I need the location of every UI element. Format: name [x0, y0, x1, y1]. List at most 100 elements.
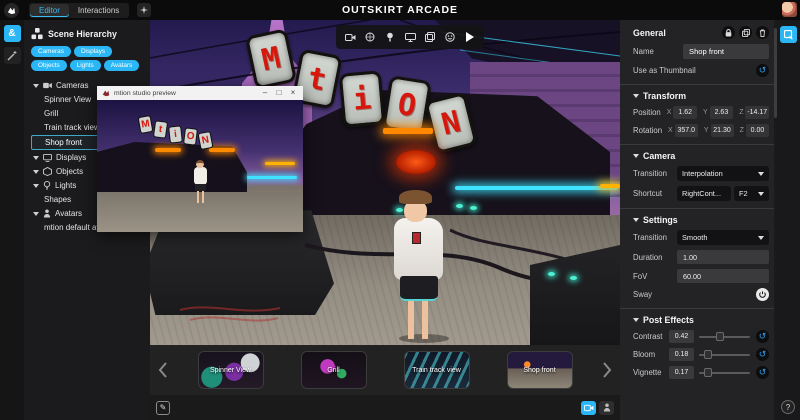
hierarchy-rail-button[interactable]: & [4, 25, 21, 42]
bloom-slider[interactable] [699, 354, 750, 356]
settings-transition-dropdown[interactable]: Smooth [677, 230, 769, 245]
collapse-caret-icon[interactable] [633, 318, 639, 322]
user-avatar[interactable] [782, 2, 797, 17]
tab-editor[interactable]: Editor [30, 4, 69, 17]
chip-lights[interactable]: Lights [70, 60, 101, 71]
sway-toggle[interactable] [756, 288, 769, 301]
caret-icon[interactable] [33, 156, 39, 160]
slider-knob[interactable] [716, 332, 724, 341]
glow-dot [548, 272, 555, 276]
tree-label: Shapes [44, 195, 71, 204]
caret-icon[interactable] [33, 212, 39, 216]
add-camera-button[interactable] [341, 28, 359, 46]
viewport-bottom-bar: ✎ [150, 395, 620, 420]
tab-interactions[interactable]: Interactions [69, 4, 128, 17]
preview-sign-tile: t [153, 120, 168, 139]
inspector-rail-button[interactable] [780, 26, 797, 43]
thumbnail-refresh-button[interactable]: ↺ [756, 64, 769, 77]
axis-z-label: Z [740, 127, 744, 134]
help-button[interactable]: ? [781, 400, 795, 414]
sparkle-button[interactable] [137, 3, 151, 17]
sway-label: Sway [633, 290, 652, 299]
carousel-item-train-track-view[interactable]: Train track view [404, 351, 470, 389]
caret-icon[interactable] [33, 84, 39, 88]
contrast-slider[interactable] [699, 336, 750, 338]
maximize-icon[interactable]: □ [274, 88, 284, 98]
preview-sign-tile: O [183, 127, 198, 145]
vignette-slider[interactable] [699, 372, 750, 374]
carousel-prev-button[interactable] [150, 362, 176, 378]
bloom-reset-button[interactable]: ↺ [756, 348, 769, 361]
rotation-z-field[interactable]: 0.00 [746, 124, 769, 137]
vignette-value[interactable]: 0.17 [669, 366, 694, 379]
preview-avatar-head [196, 160, 204, 168]
filter-chips: Cameras Displays Objects Lights Avatars [31, 46, 145, 71]
avatar-view-toggle[interactable] [599, 401, 614, 415]
preview-titlebar[interactable]: mtion studio preview – □ × [97, 86, 303, 100]
rotation-x-field[interactable]: 357.0 [675, 124, 698, 137]
collapse-caret-icon[interactable] [633, 154, 639, 158]
tree-label: Shop front [45, 138, 82, 147]
preview-app-icon [102, 89, 110, 97]
name-input[interactable]: Shop front [683, 44, 769, 59]
bloom-value[interactable]: 0.18 [669, 348, 694, 361]
preview-neon-orange [155, 148, 181, 152]
chip-avatars[interactable]: Avatars [104, 60, 140, 71]
chip-cameras[interactable]: Cameras [31, 46, 71, 57]
contrast-reset-button[interactable]: ↺ [756, 330, 769, 343]
dropdown-value: Interpolation [682, 169, 723, 178]
camera-icon [43, 82, 52, 89]
minimize-icon[interactable]: – [260, 88, 270, 98]
glow-dot [456, 204, 463, 208]
chip-displays[interactable]: Displays [74, 46, 112, 57]
person-icon [43, 209, 51, 218]
shortcut-key-dropdown[interactable]: F2 [734, 186, 769, 201]
chip-objects[interactable]: Objects [31, 60, 67, 71]
duplicate-icon[interactable] [739, 26, 752, 39]
left-rail: & [0, 20, 24, 420]
preview-window[interactable]: mtion studio preview – □ × M t i O N [97, 86, 303, 232]
position-x-field[interactable]: 1.62 [673, 106, 697, 119]
caret-icon[interactable] [33, 184, 39, 188]
close-icon[interactable]: × [288, 88, 298, 98]
camera-transition-dropdown[interactable]: Interpolation [677, 166, 769, 181]
trash-icon[interactable] [756, 26, 769, 39]
slider-knob[interactable] [704, 350, 712, 359]
hierarchy-title: Scene Hierarchy [48, 29, 117, 39]
vignette-reset-button[interactable]: ↺ [756, 366, 769, 379]
edit-icon[interactable]: ✎ [156, 401, 170, 415]
add-object-button[interactable] [361, 28, 379, 46]
preview-neon-yellow [265, 162, 295, 165]
dropdown-value: RightCont... [682, 189, 721, 198]
contrast-value[interactable]: 0.42 [669, 330, 694, 343]
preview-avatar-legs [197, 191, 199, 203]
camera-view-toggle[interactable] [581, 401, 596, 415]
add-avatar-button[interactable] [441, 28, 459, 46]
add-display-button[interactable] [401, 28, 419, 46]
duration-field[interactable]: 1.00 [677, 250, 769, 264]
play-button[interactable] [466, 32, 474, 42]
carousel-next-button[interactable] [594, 362, 620, 378]
caret-icon[interactable] [33, 170, 39, 174]
collapse-caret-icon[interactable] [633, 218, 639, 222]
position-y-field[interactable]: 2.63 [710, 106, 734, 119]
slider-knob[interactable] [704, 368, 712, 377]
fov-field[interactable]: 60.00 [677, 269, 769, 283]
preview-neon-cyan [247, 176, 297, 179]
carousel-item-grill[interactable]: Grill [301, 351, 367, 389]
avatar-leg [408, 301, 414, 339]
avatar-character[interactable] [394, 218, 443, 280]
wand-rail-button[interactable] [4, 47, 21, 64]
vignette-label: Vignette [633, 368, 669, 377]
carousel-item-shop-front[interactable]: Shop front [507, 351, 573, 389]
carousel-item-spinner-view[interactable]: Spinner View [198, 351, 264, 389]
lock-icon[interactable] [722, 26, 735, 39]
tree-label: Objects [56, 167, 83, 176]
rotation-y-field[interactable]: 21.30 [711, 124, 734, 137]
add-light-button[interactable] [381, 28, 399, 46]
shortcut-modifier-dropdown[interactable]: RightCont... [677, 186, 731, 201]
position-z-field[interactable]: -14.17 [745, 106, 769, 119]
add-shape-button[interactable] [421, 28, 439, 46]
thumbnail-label: Shop front [523, 367, 555, 374]
collapse-caret-icon[interactable] [633, 94, 639, 98]
